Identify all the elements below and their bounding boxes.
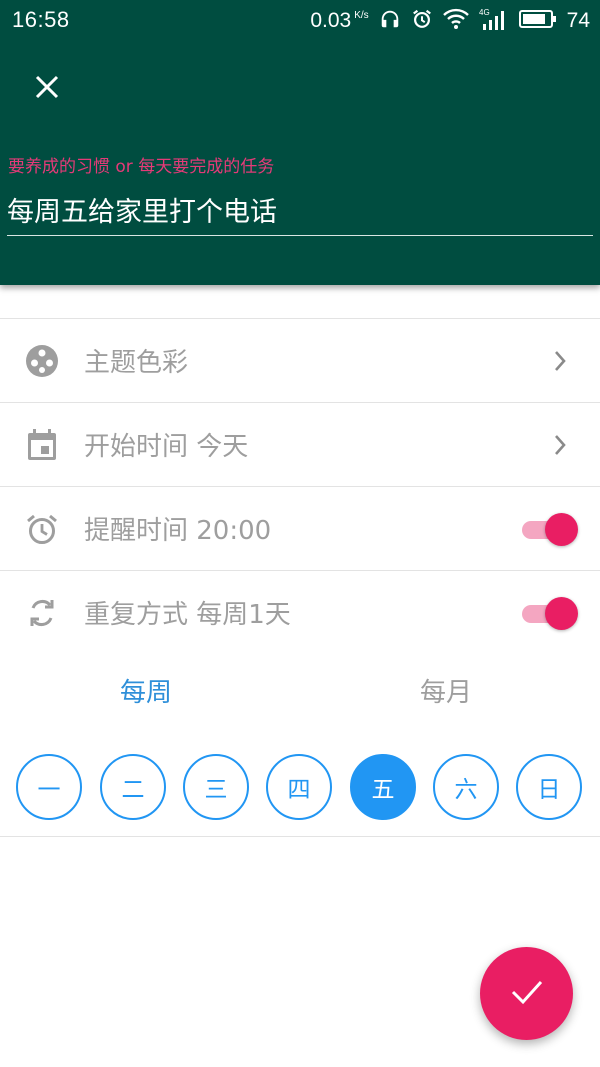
reminder-toggle[interactable] [520, 512, 578, 546]
task-input[interactable] [7, 190, 593, 236]
reminder-time-label: 提醒时间 20:00 [84, 516, 272, 546]
close-icon [34, 74, 60, 104]
weekday-friday-button[interactable]: 五 [350, 754, 416, 820]
weekday-wednesday-button[interactable]: 三 [183, 754, 249, 820]
weekday-sunday-button[interactable]: 日 [516, 754, 582, 820]
reminder-time-row[interactable]: 提醒时间 20:00 [0, 486, 600, 570]
repeat-toggle[interactable] [520, 596, 578, 630]
battery-level: 74 [566, 9, 590, 32]
settings-list: 主题色彩 开始时间 今天 提醒时间 20:00 重复方式 每周1天 [0, 318, 600, 654]
start-time-label: 开始时间 今天 [84, 432, 249, 462]
wifi-icon [442, 8, 469, 35]
confirm-fab-button[interactable] [480, 947, 573, 1040]
headphones-icon [379, 8, 401, 35]
status-time: 16:58 [12, 7, 70, 32]
chevron-right-icon [550, 431, 570, 459]
palette-icon [24, 343, 60, 379]
task-label: 要养成的习惯 or 每天要完成的任务 [8, 157, 275, 177]
repeat-mode-row[interactable]: 重复方式 每周1天 [0, 570, 600, 654]
status-bar: 16:58 0.03 K/s 4G 74 [0, 0, 600, 42]
weekday-selector: 一 二 三 四 五 六 日 [16, 754, 584, 822]
repeat-tabs: 每周 每月 [0, 654, 600, 730]
theme-color-row[interactable]: 主题色彩 [0, 318, 600, 402]
network-speed-unit: K/s [354, 10, 369, 21]
start-time-row[interactable]: 开始时间 今天 [0, 402, 600, 486]
weekday-monday-button[interactable]: 一 [16, 754, 82, 820]
status-icons: 0.03 K/s 4G 74 [310, 8, 590, 34]
toggle-thumb [545, 513, 578, 546]
tab-monthly[interactable]: 每月 [420, 672, 472, 709]
battery-icon [518, 9, 557, 34]
alarm-icon [24, 511, 60, 547]
calendar-icon [24, 427, 60, 463]
network-speed-value: 0.03 [310, 9, 352, 32]
chevron-right-icon [550, 347, 570, 375]
divider [0, 836, 600, 837]
network-speed: 0.03 K/s [310, 9, 368, 33]
weekday-thursday-button[interactable]: 四 [266, 754, 332, 820]
header: 16:58 0.03 K/s 4G 74 要养成的习惯 or 每天要完成的任务 … [0, 0, 600, 285]
repeat-icon [24, 595, 60, 631]
theme-color-label: 主题色彩 [84, 348, 189, 378]
toggle-thumb [545, 597, 578, 630]
weekday-saturday-button[interactable]: 六 [433, 754, 499, 820]
repeat-mode-label: 重复方式 每周1天 [84, 600, 291, 630]
weekday-tuesday-button[interactable]: 二 [100, 754, 166, 820]
alarm-icon [411, 8, 433, 35]
check-icon [510, 978, 544, 1010]
close-button[interactable] [22, 64, 72, 114]
tab-weekly[interactable]: 每周 [120, 672, 172, 709]
signal-icon: 4G [479, 7, 509, 36]
network-type: 4G [479, 8, 490, 17]
